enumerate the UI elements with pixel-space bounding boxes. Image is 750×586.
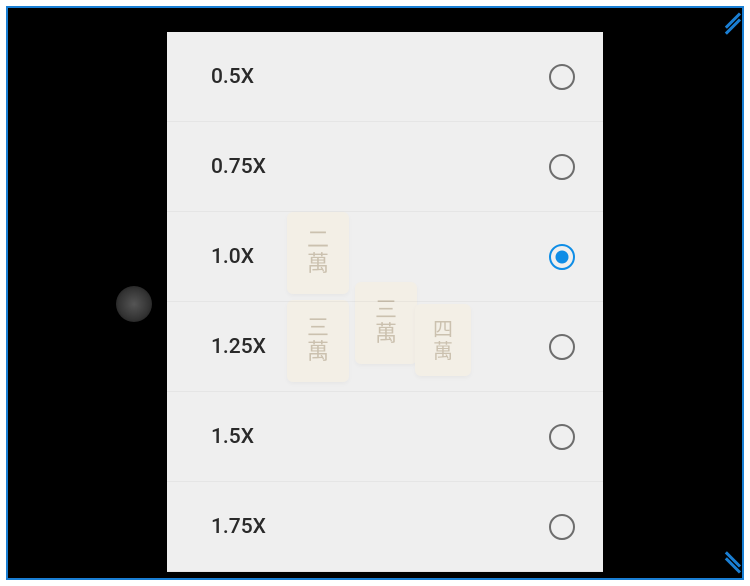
app-frame: 二 萬 三 萬 三 萬 四 萬 0.5X bbox=[6, 6, 744, 580]
playback-speed-dialog: 二 萬 三 萬 三 萬 四 萬 0.5X bbox=[167, 32, 603, 572]
speed-option-list: 0.5X 0.75X 1.0X 1.25X 1.5X bbox=[167, 32, 603, 572]
speed-option-label: 0.5X bbox=[211, 65, 254, 89]
speed-option-label: 1.75X bbox=[211, 515, 266, 539]
radio-icon bbox=[549, 64, 575, 90]
speed-option-1-0x[interactable]: 1.0X bbox=[167, 212, 603, 302]
speed-option-label: 0.75X bbox=[211, 155, 266, 179]
speed-option-label: 1.25X bbox=[211, 335, 266, 359]
radio-icon bbox=[549, 154, 575, 180]
radio-icon bbox=[549, 424, 575, 450]
speed-option-1-25x[interactable]: 1.25X bbox=[167, 302, 603, 392]
radio-selected-icon bbox=[549, 244, 575, 270]
speed-option-1-5x[interactable]: 1.5X bbox=[167, 392, 603, 482]
speed-option-0-5x[interactable]: 0.5X bbox=[167, 32, 603, 122]
speed-option-label: 1.5X bbox=[211, 425, 254, 449]
radio-icon bbox=[549, 334, 575, 360]
radio-icon bbox=[549, 514, 575, 540]
speed-option-1-75x[interactable]: 1.75X bbox=[167, 482, 603, 572]
frame-corner-tr-icon bbox=[712, 8, 742, 38]
frame-corner-br-icon bbox=[712, 548, 742, 578]
speed-option-label: 1.0X bbox=[211, 245, 254, 269]
assistive-touch-button[interactable] bbox=[116, 286, 152, 322]
speed-option-0-75x[interactable]: 0.75X bbox=[167, 122, 603, 212]
